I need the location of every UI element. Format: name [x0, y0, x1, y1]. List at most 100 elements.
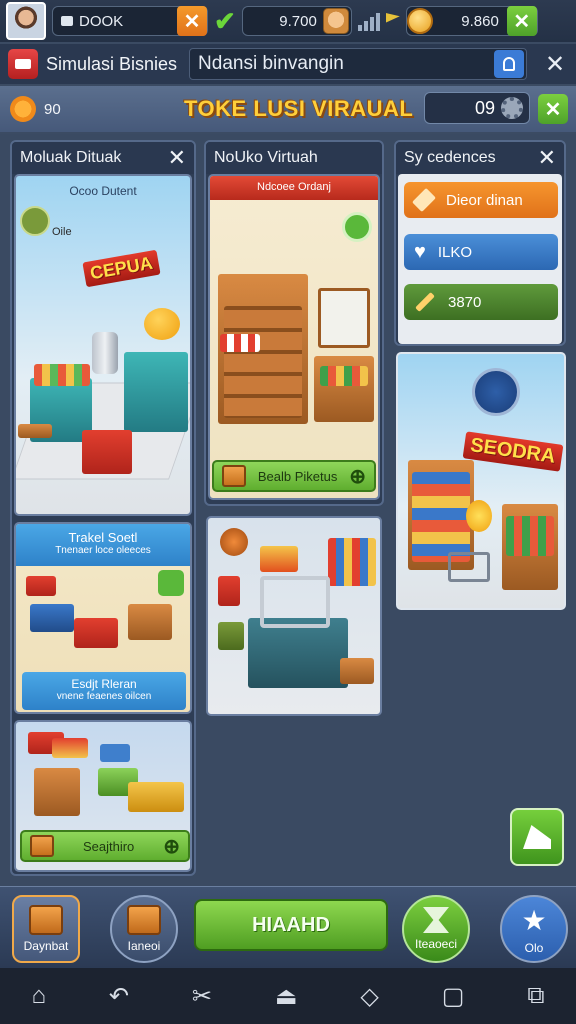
- card-3-action-label: Seajthiro: [82, 838, 135, 854]
- card-4-action[interactable]: Bealb Piketus ⊕: [212, 460, 376, 492]
- home-outline-icon[interactable]: ⌂: [31, 982, 46, 1010]
- hourglass-icon: [423, 907, 449, 933]
- nav-item-5-label: Olo: [524, 940, 544, 955]
- plus-icon: ⊕: [349, 465, 366, 488]
- shop-card-1[interactable]: Ocoo Dutent Oile CEPUA: [14, 174, 192, 516]
- menu-item-like[interactable]: ♥ ILKO: [404, 234, 558, 270]
- shop-card-3[interactable]: Seajthiro ⊕: [14, 720, 192, 872]
- small-crate: [340, 658, 374, 684]
- signboard: [26, 576, 56, 596]
- close-search-icon[interactable]: ✕: [545, 50, 565, 79]
- close-green-icon[interactable]: ✕: [506, 6, 537, 36]
- currency-pill-right: 9.860 ✕: [405, 6, 538, 36]
- produce-crates: [34, 364, 90, 386]
- app-logo-icon: [8, 49, 38, 79]
- red-car: [74, 618, 118, 648]
- nav-item-2[interactable]: Ianeoi: [110, 895, 178, 963]
- game-title-row: 90 TOKE LUSI VIRAUAL 09 ✕: [0, 86, 576, 132]
- recents-icon[interactable]: ▢: [442, 982, 465, 1011]
- briefcase-icon: [61, 16, 73, 26]
- nav-item-5[interactable]: ★ Olo: [500, 895, 568, 963]
- coin-icon: [406, 8, 433, 34]
- refresh-icon[interactable]: [342, 212, 372, 242]
- cardboard-box: [34, 768, 80, 816]
- tools-icon[interactable]: ✂: [192, 982, 212, 1011]
- search-pill[interactable]: DOOK ✕: [52, 6, 208, 36]
- card-4-banner: Ndcoee Ordanj: [210, 176, 378, 200]
- stall-shelves: [224, 306, 302, 418]
- potted-plant: [218, 622, 244, 650]
- wooden-crate: [128, 604, 172, 640]
- crate-icon: [222, 465, 246, 487]
- windows-icon[interactable]: ⧉: [527, 982, 544, 1010]
- shop-card-4[interactable]: Ndcoee Ordanj Bealb Piketus ⊕: [208, 174, 380, 500]
- nav-item-1[interactable]: Daynbat: [12, 895, 80, 963]
- right-menu: Dieor dinan ♥ ILKO 3870: [398, 174, 562, 344]
- bench: [18, 424, 52, 438]
- sun-icon: [10, 96, 36, 122]
- market-building: [248, 618, 348, 688]
- edit-fab-button[interactable]: [510, 808, 564, 866]
- chat-icon[interactable]: [158, 570, 184, 596]
- close-green-icon-2[interactable]: ✕: [538, 94, 568, 124]
- crate-icon: [30, 835, 54, 857]
- gear-icon[interactable]: [501, 97, 523, 119]
- flag-icon: [385, 13, 400, 23]
- pencil-icon: [415, 292, 435, 312]
- close-icon[interactable]: ✕: [177, 6, 207, 36]
- currency-value-right: 9.860: [461, 12, 499, 30]
- menu-item-label: 3870: [448, 293, 482, 311]
- crate-icon: [127, 905, 161, 935]
- goods-stand: [260, 546, 298, 572]
- panel-left-title: Moluak Dituak: [20, 149, 122, 166]
- shop-badge-icon: [472, 368, 520, 416]
- main-action-label: HIAAHD: [252, 913, 330, 936]
- shop-card-2[interactable]: Trakel Soetl Tnenaer loce oleeces Esdjt …: [14, 522, 192, 714]
- search-input[interactable]: Ndansi binvangin: [189, 48, 528, 80]
- avatar[interactable]: [6, 2, 46, 40]
- card-2-button-label: Esdjt Rleran: [71, 677, 137, 691]
- nav-item-4[interactable]: Iteaoeci: [402, 895, 470, 963]
- menu-item-edit[interactable]: 3870: [404, 284, 558, 320]
- main-action-button[interactable]: HIAAHD: [194, 899, 388, 951]
- main-area: Moluak Dituak ✕ Ocoo Dutent Oile CEPUA T…: [0, 134, 576, 886]
- search-button[interactable]: [494, 50, 525, 78]
- home-icon[interactable]: ⏏: [275, 982, 298, 1011]
- app-bar: Simulasi Bisnies Ndansi binvangin ✕: [0, 44, 576, 84]
- heart-icon: ♥: [414, 240, 426, 263]
- check-icon: ✔: [214, 5, 236, 36]
- shop-card-6[interactable]: SEODRA: [396, 352, 566, 610]
- fruit-decor: [144, 308, 180, 340]
- system-nav-bar: ⌂ ↶ ✂ ⏏ ◇ ▢ ⧉: [0, 968, 576, 1024]
- cookie-badge-icon: [220, 528, 248, 556]
- tag-icon: [411, 187, 437, 213]
- close-panel-icon[interactable]: ✕: [168, 145, 186, 171]
- panel-right: Sy cedences ✕ Dieor dinan ♥ ILKO 3870: [394, 140, 566, 346]
- shopping-cart: [260, 576, 330, 628]
- card-2-button[interactable]: Esdjt Rleran vnene feaenes oilcen: [22, 672, 186, 710]
- blue-truck: [30, 604, 74, 632]
- red-sign: [218, 576, 240, 606]
- menu-item-discount[interactable]: Dieor dinan: [404, 182, 558, 218]
- shop-card-5[interactable]: [206, 516, 382, 716]
- game-title: TOKE LUSI VIRAUAL: [184, 96, 414, 121]
- card-4-banner-text: Ndcoee Ordanj: [257, 181, 331, 193]
- cooler-stand: [124, 352, 188, 432]
- menu-item-label: ILKO: [437, 243, 473, 261]
- status-bar: DOOK ✕ ✔ 9.700 9.860 ✕: [0, 0, 576, 42]
- panel-left-header: Moluak Dituak ✕: [12, 142, 194, 174]
- close-panel-icon[interactable]: ✕: [538, 145, 556, 171]
- search-input-value: Ndansi binvangin: [198, 53, 344, 74]
- counter-box: 09: [424, 92, 530, 124]
- red-cart: [82, 430, 132, 474]
- nav-item-1-label: Daynbat: [23, 939, 69, 953]
- panel-middle: NoUko Virtuah Ndcoee Ordanj Bealb Piketu…: [204, 140, 384, 506]
- bottom-nav: Daynbat Ianeoi HIAAHD Iteaoeci ★ Olo: [0, 886, 576, 968]
- cart: [448, 552, 490, 582]
- bookmark-icon: [503, 57, 516, 71]
- sign-flag: [52, 738, 88, 758]
- card-3-action[interactable]: Seajthiro ⊕: [20, 830, 190, 862]
- diamond-icon[interactable]: ◇: [360, 982, 378, 1011]
- card-small-text: Oile: [52, 226, 72, 238]
- back-icon[interactable]: ↶: [109, 982, 129, 1011]
